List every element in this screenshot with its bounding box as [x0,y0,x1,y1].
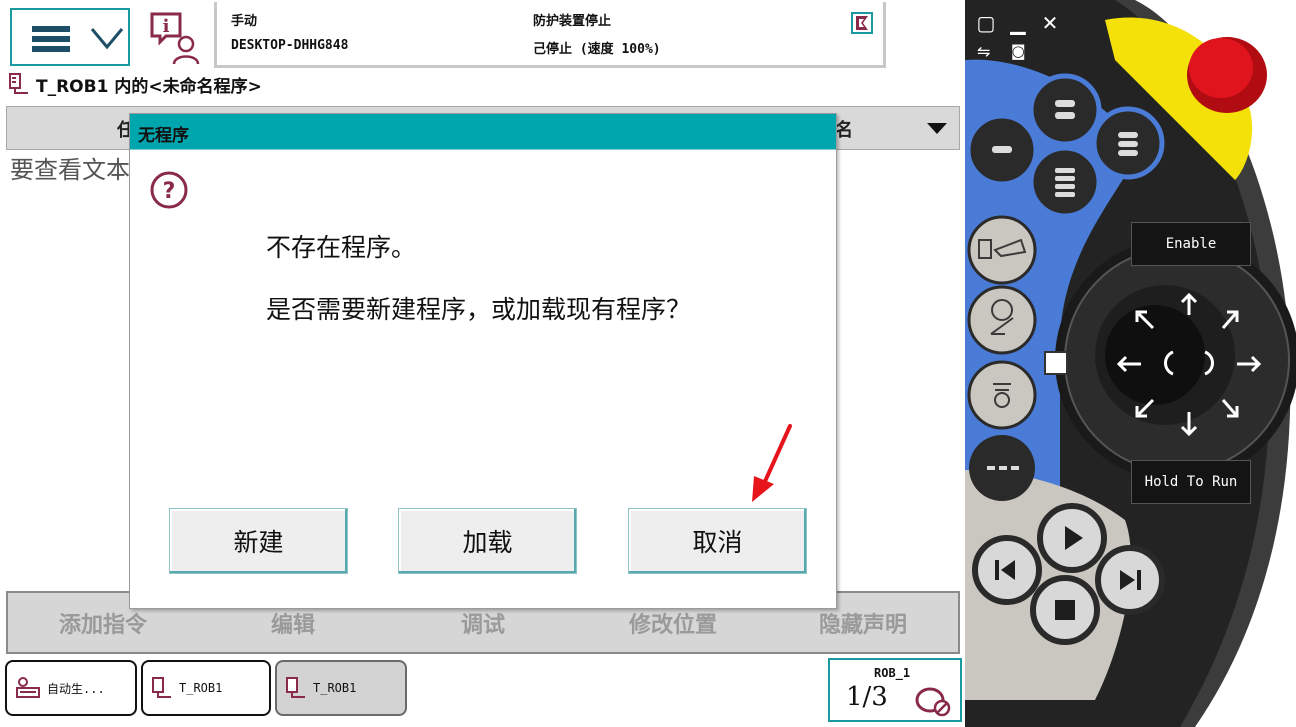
emergency-stop-icon [1187,37,1267,113]
pendant-body [965,0,1296,727]
info-icon[interactable]: i [148,10,204,66]
dialog-message-2: 是否需要新建程序，或加载现有程序？ [266,295,692,324]
task-label: T_ROB1 [313,681,357,695]
increment-icon [915,687,951,717]
program-icon [152,677,171,698]
controller-name: DESKTOP-DHHG848 [231,38,349,53]
question-icon: ? [150,171,188,209]
hold-to-run-button[interactable]: Hold To Run [1131,460,1251,504]
cancel-button[interactable]: 取消 [628,508,807,574]
task-label: 自动生... [47,681,105,696]
breadcrumb: T_ROB1 内的<未命名程序> [8,72,262,97]
maximize-icon[interactable]: ▢ [973,10,999,36]
dialog-title: 无程序 [138,126,189,146]
new-program-button[interactable]: 新建 [169,508,348,574]
breadcrumb-text: T_ROB1 内的<未命名程序> [36,76,262,97]
swap-icon[interactable]: ⇋ [977,42,990,61]
close-icon[interactable]: ✕ [1037,10,1063,36]
increment-fraction: 1/3 [846,682,888,712]
operating-mode: 手动 [231,14,258,29]
run-state: 己停止 (速度 100%) [533,42,661,57]
program-icon [286,677,305,698]
dialog-title-bar: 无程序 [130,114,836,150]
load-program-button[interactable]: 加载 [398,508,577,574]
taskbar: 自动生... T_ROB1 T_ROB1 ROB_1 1/3 [0,656,965,727]
chevron-down-icon [90,28,124,50]
enable-button[interactable]: Enable [1131,222,1251,266]
mechanical-unit-label: ROB_1 [874,666,911,680]
window-controls: ▢ ▁ ✕ [973,10,1063,36]
guard-state: 防护装置停止 [533,14,612,29]
quickset-button[interactable]: ROB_1 1/3 [828,658,962,722]
production-window-icon [16,677,40,698]
red-pointer-arrow-icon [752,424,792,502]
task-label: T_ROB1 [179,681,223,695]
menu-icon [32,26,70,52]
no-program-dialog: 无程序 ? 不存在程序。 是否需要新建程序，或加载现有程序？ 新建 加载 取消 [129,113,837,609]
status-panel[interactable]: 手动 DESKTOP-DHHG848 防护装置停止 己停止 (速度 100%) [214,2,886,68]
flexpendant-screen: i 手动 DESKTOP-DHHG848 防护装置停止 己停止 (速度 100%… [0,0,965,727]
warning-flag-icon[interactable] [851,12,873,34]
program-icon [9,73,28,94]
minimize-icon[interactable]: ▁ [1005,10,1031,36]
task-auto-generate[interactable]: 自动生... [5,660,137,716]
dialog-message-1: 不存在程序。 [266,233,417,262]
svg-text:i: i [163,16,170,37]
task-t-rob1-a[interactable]: T_ROB1 [141,660,271,716]
tab-routine[interactable]: 名 [835,116,853,142]
pendant-hardware: ▢ ▁ ✕ ⇋ ◙ Enable Hold To Run [965,0,1296,727]
svg-text:?: ? [163,179,176,204]
camera-icon[interactable]: ◙ [1011,42,1026,60]
editor-hint: 要查看文本 [10,156,130,184]
usb-port-icon [1044,351,1068,375]
dropdown-arrow-icon[interactable] [927,123,947,134]
task-t-rob1-b[interactable]: T_ROB1 [275,660,407,716]
main-menu-button[interactable] [10,8,130,66]
